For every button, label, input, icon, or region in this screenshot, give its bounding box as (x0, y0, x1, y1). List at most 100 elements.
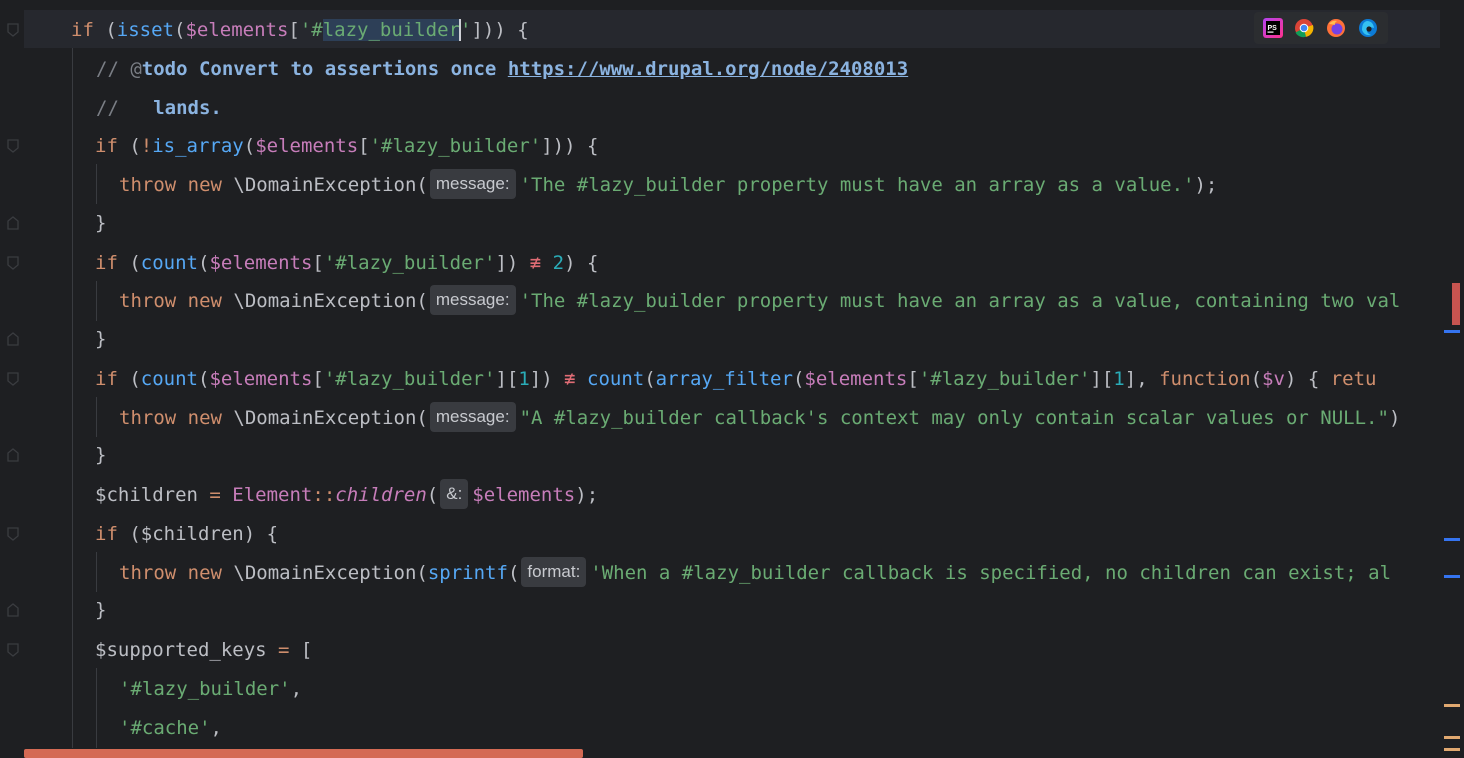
parameter-hint: message: (429, 401, 516, 432)
code-line[interactable]: if (isset($elements['#lazy_builder'])) { (71, 12, 529, 48)
code-line[interactable]: } (95, 205, 106, 241)
code-token: // (96, 97, 154, 119)
code-token: $supported_keys (95, 639, 279, 661)
code-token: ( (243, 135, 256, 157)
code-token: } (95, 328, 107, 350)
code-token: [ (358, 135, 370, 157)
indent-guide (96, 164, 97, 204)
fold-marker-icon[interactable] (6, 139, 20, 153)
horizontal-scrollbar[interactable] (24, 749, 583, 758)
fold-end-marker-icon[interactable] (6, 603, 20, 617)
firefox-icon[interactable] (1325, 17, 1347, 39)
code-token: ( (507, 562, 520, 584)
code-token: ) { (1284, 368, 1331, 390)
code-token: \DomainException( (233, 407, 428, 429)
svg-text:PS: PS (1268, 25, 1278, 32)
fold-marker-icon[interactable] (6, 23, 20, 37)
code-token: ( (644, 368, 656, 390)
code-line[interactable]: throw new \DomainException(message: "A #l… (119, 400, 1400, 436)
code-token: $v (1262, 368, 1285, 390)
code-token: lands. (153, 97, 222, 119)
code-token: 1 (518, 368, 530, 390)
text-caret (459, 18, 462, 41)
code-token: ( (792, 368, 805, 390)
code-token: if (95, 368, 118, 390)
phpstorm-icon[interactable]: PS (1263, 18, 1283, 38)
code-token: ) { (564, 252, 599, 274)
indent-guide (96, 397, 97, 437)
code-line[interactable]: // @todo Convert to assertions once http… (96, 51, 908, 87)
code-token: '#cache' (119, 717, 211, 739)
code-token: = (278, 639, 290, 661)
code-line[interactable]: } (95, 321, 106, 357)
code-token: ( (1250, 368, 1263, 390)
code-token: count (587, 368, 645, 390)
code-token: $elements (209, 368, 313, 390)
code-line[interactable]: '#cache', (119, 710, 222, 746)
scroll-marker[interactable] (1444, 575, 1460, 578)
scroll-marker[interactable] (1444, 704, 1460, 707)
code-line[interactable]: '#lazy_builder', (119, 671, 302, 707)
code-token: [ (907, 368, 919, 390)
fold-marker-icon[interactable] (6, 643, 20, 657)
code-token: count (140, 368, 198, 390)
code-editor[interactable]: if (isset($elements['#lazy_builder'])) {… (24, 0, 1440, 758)
scroll-marker[interactable] (1444, 330, 1460, 333)
code-token: } (95, 599, 107, 621)
code-line[interactable]: if ($children) { (95, 516, 278, 552)
code-token: "A #lazy_builder callback's context may … (519, 407, 1389, 429)
code-line[interactable]: $children = Element::children(&: $element… (95, 477, 598, 513)
code-token: '#lazy_builder' (918, 368, 1091, 390)
code-token: ( (197, 252, 210, 274)
code-token: sprintf (427, 562, 508, 584)
fold-marker-icon[interactable] (6, 527, 20, 541)
scroll-marker[interactable] (1444, 748, 1460, 751)
edge-icon[interactable] (1357, 17, 1379, 39)
code-line[interactable]: // lands. (96, 90, 222, 126)
scroll-marker[interactable] (1444, 736, 1460, 739)
code-token: count (140, 252, 198, 274)
code-token: '#lazy_builder' (323, 252, 496, 274)
code-line[interactable]: } (95, 592, 106, 628)
fold-end-marker-icon[interactable] (6, 216, 20, 230)
parameter-hint: message: (429, 284, 516, 315)
chrome-icon[interactable] (1293, 17, 1315, 39)
code-token: ( (197, 368, 210, 390)
code-token: throw new (119, 562, 234, 584)
code-line[interactable]: if (count($elements['#lazy_builder'][1])… (95, 361, 1376, 397)
code-line[interactable]: $supported_keys = [ (95, 632, 312, 668)
scrollbar-markers[interactable] (1440, 0, 1464, 758)
code-line[interactable]: throw new \DomainException(sprintf(forma… (119, 555, 1391, 591)
code-token: 'The #lazy_builder property must have an… (519, 174, 1195, 196)
code-line[interactable]: if (count($elements['#lazy_builder']) ≢ … (95, 245, 598, 281)
editor-gutter (0, 0, 24, 758)
fold-marker-icon[interactable] (6, 372, 20, 386)
parameter-hint: format: (521, 556, 587, 587)
parameter-hint: &: (440, 478, 469, 509)
fold-end-marker-icon[interactable] (6, 332, 20, 346)
code-token: ! (140, 135, 153, 157)
code-token: ][ (495, 368, 519, 390)
code-line[interactable]: throw new \DomainException(message: 'The … (119, 283, 1400, 319)
code-token: [ (312, 368, 324, 390)
code-token: ]) (529, 368, 565, 390)
url-link[interactable]: https://www.drupal.org/node/2408013 (508, 58, 908, 80)
code-token: = (209, 484, 221, 506)
code-token: [ (289, 639, 313, 661)
code-token: 1 (1113, 368, 1125, 390)
code-token: '#lazy_builder' (323, 368, 496, 390)
code-line[interactable]: if (!is_array($elements['#lazy_builder']… (95, 128, 598, 164)
scroll-marker[interactable] (1444, 538, 1460, 541)
fold-marker-icon[interactable] (6, 256, 20, 270)
error-marker[interactable] (1452, 283, 1460, 325)
fold-end-marker-icon[interactable] (6, 448, 20, 462)
code-token: ); (1194, 174, 1218, 196)
code-line[interactable]: throw new \DomainException(message: 'The … (119, 167, 1217, 203)
code-token: ( (426, 484, 439, 506)
selected-text: lazy_builder (322, 19, 461, 41)
code-token: ( (117, 368, 141, 390)
code-token: 'When a #lazy_builder callback is specif… (590, 562, 1392, 584)
code-line[interactable]: } (95, 437, 106, 473)
